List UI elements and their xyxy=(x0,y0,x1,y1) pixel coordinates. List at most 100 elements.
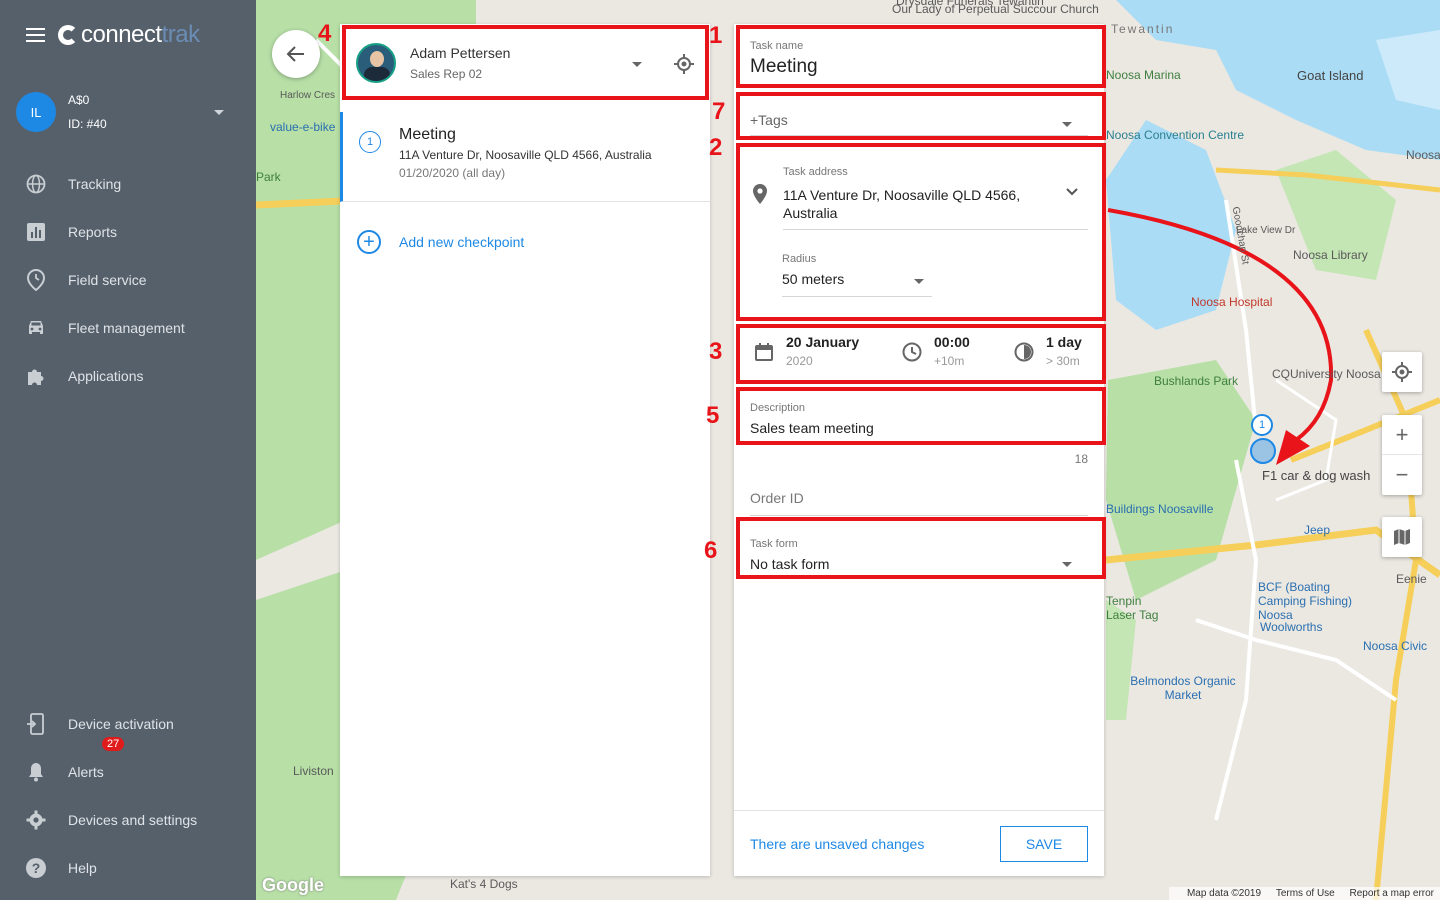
map-footer: Map data ©2019 Terms of Use Report a map… xyxy=(1168,887,1440,900)
annotation-number: 7 xyxy=(712,98,726,125)
sidebar-item-label: Devices and settings xyxy=(68,812,198,828)
task-form-select[interactable]: Task form No task form xyxy=(750,538,1088,576)
map-label: Belmondos Organic Market xyxy=(1130,674,1236,702)
time-picker[interactable]: 00:00 +10m xyxy=(902,334,1014,368)
sidebar-item-device-activation[interactable]: Device activation xyxy=(0,700,256,748)
map-label: Harlow Cres xyxy=(280,90,336,101)
checkpoint-address: 11A Venture Dr, Noosaville QLD 4566, Aus… xyxy=(399,148,652,162)
map-label: Liviston xyxy=(293,764,334,778)
time-sub: +10m xyxy=(934,354,965,368)
zoom-controls: + − xyxy=(1382,415,1422,495)
zoom-in-button[interactable]: + xyxy=(1382,415,1422,455)
locate-user-icon[interactable] xyxy=(674,54,694,74)
map-pin-number[interactable]: 1 xyxy=(1251,414,1273,436)
assignee-selector[interactable]: Adam Pettersen Sales Rep 02 xyxy=(340,24,710,102)
task-form-label: Task form xyxy=(750,538,798,550)
map-label: Noosa Hospital xyxy=(1191,295,1273,309)
my-location-button[interactable] xyxy=(1382,352,1422,392)
date-year: 2020 xyxy=(786,354,813,368)
sidebar-header: connect trak xyxy=(0,0,256,70)
description-field[interactable]: Description Sales team meeting xyxy=(750,402,1088,442)
task-name-value[interactable]: Meeting xyxy=(750,56,1088,78)
checkpoint-item[interactable]: 1 Meeting 11A Venture Dr, Noosaville QLD… xyxy=(340,112,710,202)
annotation-number: 5 xyxy=(706,402,720,429)
sidebar-item-devices-settings[interactable]: Devices and settings xyxy=(0,796,256,844)
radius-label: Radius xyxy=(782,253,817,265)
task-name-field[interactable]: Task name Meeting xyxy=(750,40,1088,78)
duration-picker[interactable]: 1 day > 30m xyxy=(1014,334,1082,368)
map-icon xyxy=(1394,529,1410,545)
add-checkpoint-label: Add new checkpoint xyxy=(399,234,525,250)
date-day: 20 January xyxy=(786,334,860,350)
map-label: Goat Island xyxy=(1297,68,1364,83)
unsaved-changes-text: There are unsaved changes xyxy=(750,836,925,852)
app-logo[interactable]: connect trak xyxy=(58,21,200,49)
footer-divider xyxy=(734,810,1104,811)
tags-field[interactable]: +Tags xyxy=(750,112,1088,136)
sidebar-item-label: Reports xyxy=(68,224,118,240)
map-label: value-e-bike xyxy=(270,120,336,134)
chevron-down-icon[interactable] xyxy=(914,279,924,284)
description-char-count: 18 xyxy=(1074,452,1088,466)
add-checkpoint-button[interactable]: + Add new checkpoint xyxy=(340,202,710,282)
task-address-field[interactable]: Task address 11A Venture Dr, Noosaville … xyxy=(783,166,1088,230)
report-error-link[interactable]: Report a map error xyxy=(1350,888,1434,899)
task-form-value: No task form xyxy=(750,556,830,572)
annotation-number: 2 xyxy=(709,134,723,161)
annotation-number: 1 xyxy=(709,22,723,49)
zoom-out-button[interactable]: − xyxy=(1382,455,1422,495)
menu-icon[interactable] xyxy=(26,28,46,42)
description-value[interactable]: Sales team meeting xyxy=(750,420,1088,436)
terms-link[interactable]: Terms of Use xyxy=(1276,888,1335,899)
map-label: BCF (Boating Camping Fishing) Noosa xyxy=(1258,580,1353,622)
duration-sub: > 30m xyxy=(1046,354,1080,368)
map-type-button[interactable] xyxy=(1382,517,1422,557)
chevron-down-icon[interactable] xyxy=(214,110,224,115)
task-address-label: Task address xyxy=(783,166,848,178)
chevron-down-icon[interactable] xyxy=(1062,122,1072,127)
chevron-down-icon[interactable] xyxy=(632,62,642,67)
chevron-down-icon[interactable] xyxy=(1062,562,1072,567)
chevron-down-icon[interactable] xyxy=(1066,188,1078,196)
reports-icon xyxy=(24,220,48,244)
account-switcher[interactable]: IL A$0 ID: #40 xyxy=(16,92,240,132)
tags-label: +Tags xyxy=(750,112,788,128)
duration-value: 1 day xyxy=(1046,334,1082,350)
sidebar-item-fleet-management[interactable]: Fleet management xyxy=(0,304,256,352)
plus-circle-icon: + xyxy=(357,230,381,254)
sidebar-item-tracking[interactable]: Tracking xyxy=(0,160,256,208)
task-editor-panel: Task name Meeting +Tags Task address 11A… xyxy=(734,24,1104,876)
task-name-label: Task name xyxy=(750,40,804,52)
location-icon xyxy=(24,268,48,292)
order-id-field[interactable]: Order ID xyxy=(750,490,1088,516)
sidebar-item-field-service[interactable]: Field service xyxy=(0,256,256,304)
clock-icon xyxy=(902,342,922,362)
device-activation-icon xyxy=(24,712,48,736)
schedule-row: 20 January 2020 00:00 +10m 1 day > 30m xyxy=(754,334,1094,368)
map-data-text: Map data ©2019 xyxy=(1186,888,1262,899)
map-label: Noosa Convention Centre xyxy=(1106,128,1245,142)
account-avatar: IL xyxy=(16,92,56,132)
date-picker[interactable]: 20 January 2020 xyxy=(754,334,902,368)
sidebar-item-alerts[interactable]: Alerts 27 xyxy=(0,737,256,796)
globe-icon xyxy=(24,172,48,196)
sidebar-item-help[interactable]: ? Help xyxy=(0,844,256,892)
map-label: Noosa Marina xyxy=(1106,68,1181,82)
sidebar-item-label: Applications xyxy=(68,368,144,384)
save-button[interactable]: SAVE xyxy=(1000,826,1088,862)
radius-field[interactable]: Radius 50 meters xyxy=(782,253,932,297)
route-panel: Adam Pettersen Sales Rep 02 1 Meeting 11… xyxy=(340,24,710,876)
map-label: Noosa Civic xyxy=(1363,639,1428,653)
logo-text: connect xyxy=(81,21,162,48)
location-pin-icon xyxy=(753,184,767,204)
account-balance: A$0 xyxy=(68,93,90,107)
sidebar-item-label: Fleet management xyxy=(68,320,185,336)
sidebar-item-reports[interactable]: Reports xyxy=(0,208,256,256)
task-address-value: 11A Venture Dr, Noosaville QLD 4566, Aus… xyxy=(783,187,1021,221)
sidebar-item-applications[interactable]: Applications xyxy=(0,352,256,400)
map-label: Kat's 4 Dogs xyxy=(450,877,518,891)
account-id: ID: #40 xyxy=(68,117,107,131)
checkpoint-title: Meeting xyxy=(399,126,456,143)
back-button[interactable] xyxy=(272,30,320,78)
calendar-icon xyxy=(755,343,773,361)
